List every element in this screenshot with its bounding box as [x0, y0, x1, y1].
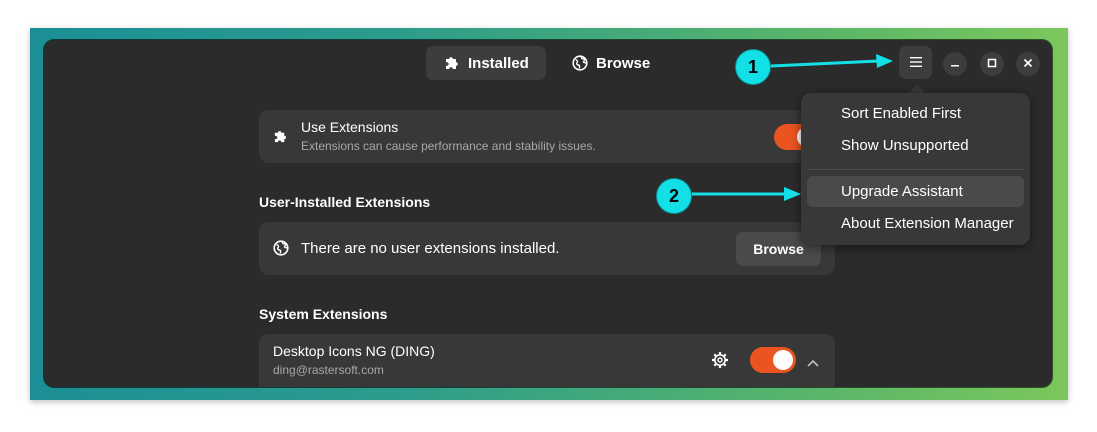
annotation-badge-1: 1 [735, 49, 771, 85]
annotation-badge-2: 2 [656, 178, 692, 214]
annotation-arrows [692, 54, 893, 201]
